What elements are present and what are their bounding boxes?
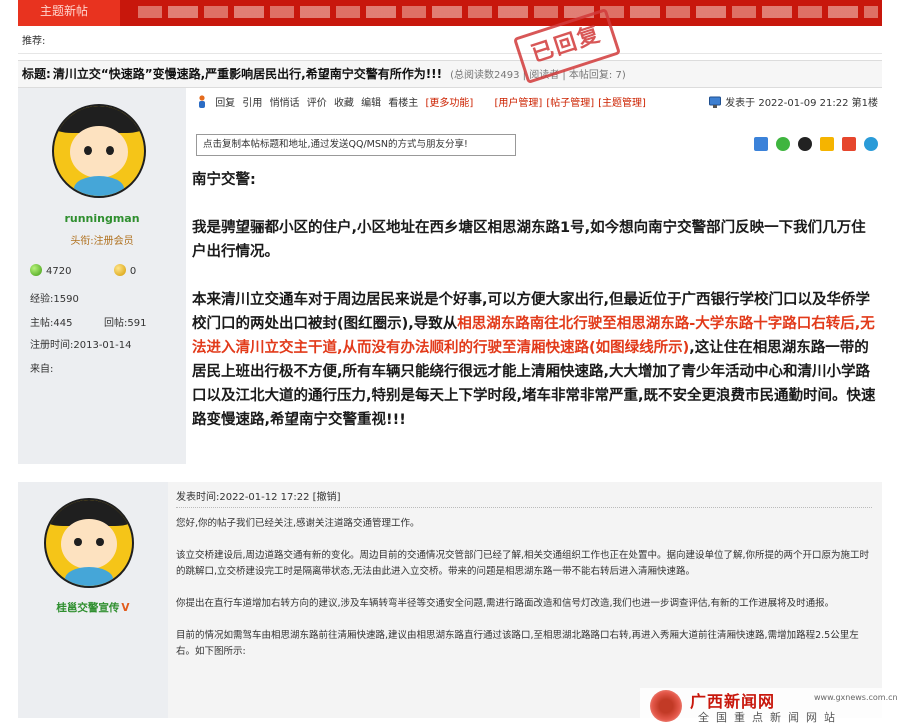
post2-author-panel: 桂邕交警宣传 V bbox=[18, 482, 168, 718]
post1-content: 回复 引用 悄悄话 评价 收藏 编辑 看楼主 [更多功能] [用户管理] [帖子管… bbox=[186, 88, 882, 464]
monitor-icon bbox=[709, 96, 722, 108]
watermark-slogan: 全国重点新闻网站 bbox=[698, 711, 842, 724]
topic-mgmt-link[interactable]: [主题管理] bbox=[598, 98, 646, 109]
more-functions-link[interactable]: [更多功能] bbox=[426, 98, 474, 109]
reply-link[interactable]: 回复 bbox=[215, 98, 235, 109]
post-timestamp-text: 发表于 2022-01-09 21:22 第1楼 bbox=[725, 98, 878, 109]
yellow-coin-icon bbox=[113, 264, 126, 276]
author-rank: 头衔:注册会员 bbox=[70, 236, 134, 247]
watermark-domain: www.gxnews.com.cn bbox=[814, 693, 898, 702]
recommend-bar: 推荐: bbox=[18, 32, 882, 54]
post-greeting: 南宁交警: bbox=[192, 172, 256, 188]
author-exp: 经验:1590 bbox=[30, 294, 79, 305]
post-toolbar: 回复 引用 悄悄话 评价 收藏 编辑 看楼主 [更多功能] [用户管理] [帖子管… bbox=[196, 94, 650, 109]
avatar[interactable] bbox=[44, 498, 134, 588]
author-reg-date: 注册时间:2013-01-14 bbox=[30, 340, 132, 351]
post-timestamp: 发表于 2022-01-09 21:22 第1楼 bbox=[709, 94, 878, 109]
post1-body: 南宁交警: 我是骋望骊都小区的住户,小区地址在西乡塘区相思湖东路1号,如今想向南… bbox=[192, 168, 876, 456]
edit-link[interactable]: 编辑 bbox=[361, 98, 381, 109]
user-figure-icon bbox=[199, 95, 205, 108]
author-replies: 回帖:591 bbox=[104, 318, 147, 329]
qzone-star-icon[interactable] bbox=[819, 137, 834, 151]
user-mgmt-link[interactable]: [用户管理] bbox=[495, 98, 543, 109]
author-topics: 主帖:445 bbox=[30, 318, 73, 329]
reply-paragraph: 你提出在直行车道增加右转方向的建议,涉及车辆转弯半径等交通安全问题,需进行路面改… bbox=[176, 598, 835, 609]
quote-link[interactable]: 引用 bbox=[242, 98, 262, 109]
owner-only-link[interactable]: 看楼主 bbox=[388, 98, 418, 109]
green-coin-icon bbox=[30, 264, 42, 276]
reply-paragraph: 该立交桥建设后,周边道路交通有新的变化。周边目前的交通情况交管部门已经了解,相关… bbox=[176, 550, 870, 577]
author-name[interactable]: 桂邕交警宣传 V bbox=[18, 600, 168, 615]
author-points: 4720 0 bbox=[30, 264, 136, 277]
author-name[interactable]: runningman bbox=[18, 212, 186, 225]
reply-paragraph: 目前的情况如需驾车由相思湖东路前往清厢快速路,建议由相思湖东路直行通过该路口,至… bbox=[176, 630, 859, 657]
reply-body: 您好,你的帖子我们已经关注,感谢关注道路交通管理工作。 该立交桥建设后,周边道路… bbox=[176, 516, 876, 676]
post2-content: 发表时间:2022-01-12 17:22 [撤销] 您好,你的帖子我们已经关注… bbox=[168, 482, 882, 718]
gxnews-logo-icon bbox=[650, 690, 682, 722]
gxnews-watermark: 广西新闻网 www.gxnews.com.cn 全国重点新闻网站 bbox=[640, 688, 900, 725]
qq-icon[interactable] bbox=[797, 137, 812, 151]
author-name-text: 桂邕交警宣传 bbox=[56, 602, 120, 614]
avatar[interactable] bbox=[52, 104, 146, 198]
reply-meta: 发表时间:2022-01-12 17:22 [撤销] bbox=[176, 488, 872, 508]
thread-title-label: 标题: bbox=[22, 67, 51, 81]
thread-title: 清川立交“快速路”变慢速路,严重影响居民出行,希望南宁交警有所作为!!! bbox=[52, 67, 443, 81]
favorite-link[interactable]: 收藏 bbox=[334, 98, 354, 109]
post-paragraph: 本来清川立交通车对于周边居民来说是个好事,可以方便大家出行,但最近位于广西银行学… bbox=[192, 288, 876, 432]
verified-badge: V bbox=[121, 602, 130, 614]
post1-author-panel: runningman 头衔:注册会员 4720 0 经验:1590 主帖:445… bbox=[18, 88, 186, 464]
points-green: 4720 bbox=[46, 266, 72, 277]
reply-timestamp: 发表时间:2022-01-12 17:22 bbox=[176, 492, 310, 503]
weibo-icon[interactable] bbox=[841, 137, 856, 151]
share-box[interactable]: 点击复制本帖标题和地址,通过发送QQ/MSN的方式与朋友分享! bbox=[196, 134, 516, 156]
revoke-link[interactable]: [撤销] bbox=[313, 492, 341, 503]
share-icons bbox=[751, 136, 878, 155]
rate-link[interactable]: 评价 bbox=[307, 98, 327, 109]
reply-paragraph: 您好,你的帖子我们已经关注,感谢关注道路交通管理工作。 bbox=[176, 518, 420, 529]
nav-links-strip[interactable] bbox=[138, 6, 878, 18]
post-paragraph: 我是骋望骊都小区的住户,小区地址在西乡塘区相思湖东路1号,如今想向南宁交警部门反… bbox=[192, 220, 866, 260]
top-nav: 主题新帖 bbox=[18, 0, 882, 26]
post-mgmt-link[interactable]: [帖子管理] bbox=[546, 98, 594, 109]
private-message-link[interactable]: 悄悄话 bbox=[270, 98, 300, 109]
plus-share-icon[interactable] bbox=[753, 137, 768, 151]
points-yellow: 0 bbox=[129, 266, 137, 277]
thread-title-bar: 标题: 清川立交“快速路”变慢速路,严重影响居民出行,希望南宁交警有所作为!!!(… bbox=[18, 60, 882, 88]
author-from: 来自: bbox=[30, 364, 54, 375]
nav-tab-active[interactable]: 主题新帖 bbox=[18, 0, 120, 26]
help-icon[interactable] bbox=[864, 137, 878, 151]
wechat-icon[interactable] bbox=[775, 137, 790, 151]
